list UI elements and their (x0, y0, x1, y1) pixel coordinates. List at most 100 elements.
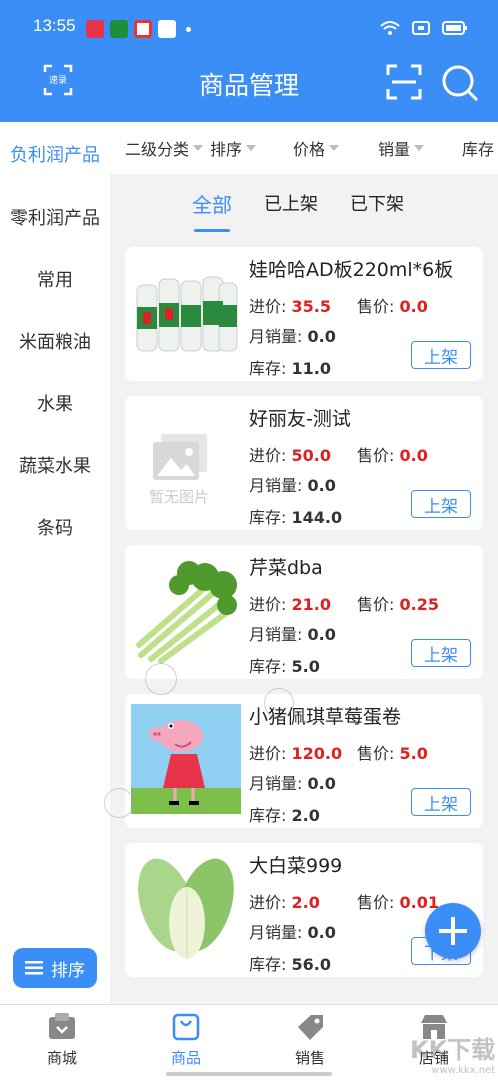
product-card[interactable]: 暂无图片 好丽友-测试 进价: 50.0 售价: 0.0 月销量: 0.0 库存… (125, 396, 483, 530)
stock-value: 5.0 (291, 657, 320, 676)
sale-row: 售价: 0.01 (357, 889, 439, 913)
cost-row: 进价: 50.0 (249, 442, 331, 466)
battery-icon (442, 21, 467, 35)
product-image-cabbage (131, 853, 241, 963)
add-product-button[interactable] (425, 903, 481, 959)
monthly-sales-value: 0.0 (307, 476, 336, 495)
watermark-text: KK下载 (410, 1036, 496, 1064)
shelf-toggle-button[interactable]: 上架 (411, 788, 471, 816)
sidebar-item-vegetables-fruit[interactable]: 蔬菜水果 (0, 434, 110, 496)
status-tabs: 全部 已上架 已下架 (110, 174, 498, 232)
sale-row: 售价: 0.0 (357, 293, 428, 317)
filter-bar: 二级分类 排序 价格 销量 库存 (110, 122, 498, 174)
stock-row: 库存: 2.0 (249, 802, 320, 826)
sale-label: 售价: (357, 297, 400, 316)
product-image-ad-drink (131, 257, 241, 367)
caret-down-icon (414, 145, 425, 151)
home-indicator (166, 1072, 332, 1076)
no-image-label: 暂无图片 (149, 488, 210, 506)
more-dot-icon (186, 26, 191, 32)
video-app-icon (86, 20, 104, 38)
monthly-sales-label: 月销量: (249, 476, 308, 495)
product-card[interactable]: 大白菜999 进价: 2.0 售价: 0.01 月销量: 0.0 库存: 56.… (125, 843, 483, 977)
stock-label: 库存: (249, 508, 292, 527)
filter-sort[interactable]: 排序 (210, 136, 257, 160)
product-card[interactable]: 芹菜dba 进价: 21.0 售价: 0.25 月销量: 0.0 库存: 5.0… (125, 545, 483, 679)
stock-value: 56.0 (291, 955, 331, 974)
peppa-pig-image (131, 704, 241, 814)
stock-label: 库存: (249, 359, 292, 378)
sidebar-item-negative-profit[interactable]: 负利润产品 (0, 122, 110, 186)
cost-value: 21.0 (291, 595, 331, 614)
sale-value: 0.25 (399, 595, 439, 614)
touch-ripple (104, 788, 134, 818)
stock-label: 库存: (249, 657, 292, 676)
stock-row: 库存: 11.0 (249, 355, 331, 379)
caret-down-icon (246, 145, 257, 151)
touch-ripple (145, 663, 177, 695)
sim-icon (412, 21, 430, 35)
cost-row: 进价: 120.0 (249, 740, 342, 764)
scan-button[interactable] (386, 64, 422, 104)
cost-label: 进价: (249, 893, 292, 912)
filter-stock[interactable]: 库存 (462, 136, 494, 160)
nav-products-label: 商品 (170, 1049, 201, 1067)
cost-label: 进价: (249, 744, 292, 763)
caret-down-icon (329, 145, 340, 151)
monthly-sales-label: 月销量: (249, 923, 308, 942)
shelf-toggle-button[interactable]: 上架 (411, 341, 471, 369)
cost-value: 2.0 (291, 893, 320, 912)
sidebar-item-zero-profit[interactable]: 零利润产品 (0, 186, 110, 248)
product-image-celery (131, 555, 241, 665)
sale-label: 售价: (357, 446, 400, 465)
sidebar-item-grain-oil[interactable]: 米面粮油 (0, 310, 110, 372)
nav-products[interactable]: 商品 (136, 1013, 236, 1068)
monthly-sales-value: 0.0 (307, 625, 336, 644)
cost-row: 进价: 35.5 (249, 293, 331, 317)
mall-icon (49, 1013, 75, 1039)
product-card[interactable]: 小猪佩琪草莓蛋卷 进价: 120.0 售价: 5.0 月销量: 0.0 库存: … (125, 694, 483, 828)
wifi-icon (380, 21, 400, 35)
status-time: 13:55 (33, 16, 76, 35)
sidebar-item-barcode[interactable]: 条码 (0, 496, 110, 558)
menu-icon (25, 961, 43, 975)
monthly-sales-label: 月销量: (249, 327, 308, 346)
plus-icon (439, 917, 467, 945)
filter-subcategory[interactable]: 二级分类 (125, 136, 204, 160)
sidebar-item-fruit[interactable]: 水果 (0, 372, 110, 434)
nav-sales[interactable]: 销售 (260, 1013, 360, 1068)
watermark-url: www.kkx.net (431, 1065, 496, 1076)
shelf-toggle-button[interactable]: 上架 (411, 639, 471, 667)
monthly-sales-row: 月销量: 0.0 (249, 621, 336, 645)
shelf-toggle-button[interactable]: 上架 (411, 490, 471, 518)
stock-row: 库存: 5.0 (249, 653, 320, 677)
sidebar-item-common[interactable]: 常用 (0, 248, 110, 310)
product-card[interactable]: 娃哈哈AD板220ml*6板 进价: 35.5 售价: 0.0 月销量: 0.0… (125, 247, 483, 381)
category-sidebar: 负利润产品 零利润产品 常用 米面粮油 水果 蔬菜水果 条码 (0, 122, 110, 1004)
monthly-sales-value: 0.0 (307, 327, 336, 346)
search-button[interactable] (441, 64, 479, 106)
stock-value: 144.0 (291, 508, 343, 527)
caret-down-icon (193, 145, 204, 151)
status-right (380, 20, 468, 36)
filter-sort-label: 排序 (210, 140, 243, 159)
product-image-peppa (131, 704, 241, 814)
cost-value: 120.0 (291, 744, 343, 763)
cabbage-image (131, 853, 241, 963)
monthly-sales-value: 0.0 (307, 923, 336, 942)
filter-price[interactable]: 价格 (293, 136, 340, 160)
nav-mall[interactable]: 商城 (12, 1013, 112, 1068)
filter-subcategory-label: 二级分类 (125, 140, 190, 159)
browser-app-icon (134, 20, 152, 38)
app-header: 13:55 速录 商品管理 (0, 0, 498, 122)
sale-label: 售价: (357, 595, 400, 614)
filter-sales[interactable]: 销量 (378, 136, 425, 160)
tab-off-shelf[interactable]: 已下架 (350, 174, 404, 232)
product-name: 好丽友-测试 (249, 408, 351, 430)
tab-all[interactable]: 全部 (192, 174, 232, 232)
sort-button[interactable]: 排序 (13, 948, 97, 988)
nav-sales-label: 销售 (294, 1049, 325, 1067)
tab-on-shelf[interactable]: 已上架 (264, 174, 318, 232)
cost-label: 进价: (249, 297, 292, 316)
monthly-sales-row: 月销量: 0.0 (249, 472, 336, 496)
